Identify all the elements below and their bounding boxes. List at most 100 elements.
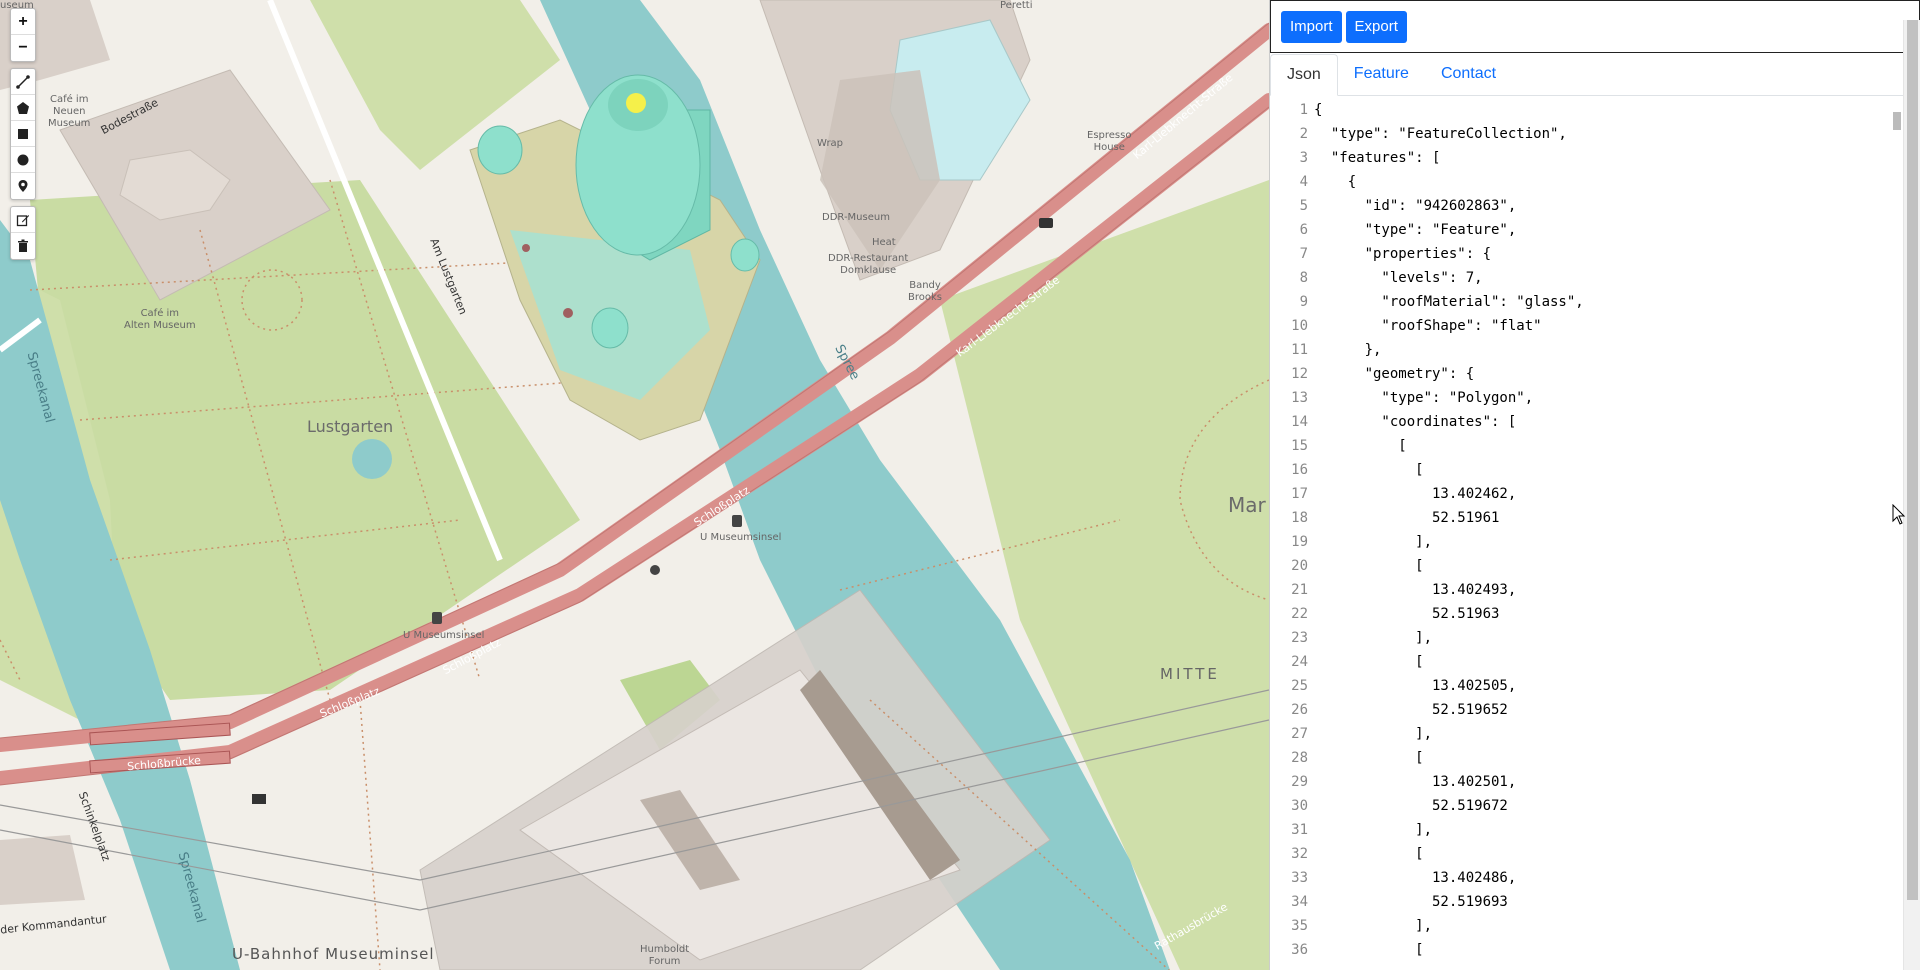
line-number: 21: [1291, 582, 1308, 598]
code-line: 19 ],: [1270, 530, 1894, 554]
import-button[interactable]: Import: [1281, 10, 1342, 43]
line-number: 30: [1291, 798, 1308, 814]
code-text: [: [1314, 654, 1424, 670]
map-toolbar: + −: [10, 8, 36, 266]
code-text: "type": "FeatureCollection",: [1314, 126, 1567, 142]
line-number: 24: [1291, 654, 1308, 670]
zoom-in-button[interactable]: +: [11, 9, 35, 35]
line-number: 12: [1291, 366, 1308, 382]
code-line: 36 [: [1270, 938, 1894, 962]
line-number: 18: [1291, 510, 1308, 526]
json-editor[interactable]: 1{2 "type": "FeatureCollection", 3 "featu…: [1270, 98, 1894, 970]
panel-scroll-thumb[interactable]: [1907, 20, 1918, 900]
line-number: 4: [1299, 174, 1308, 190]
code-text: 52.51961: [1314, 510, 1500, 526]
code-line: 5 "id": "942602863",: [1270, 194, 1894, 218]
delete-layers-icon[interactable]: [11, 233, 35, 259]
line-number: 1: [1299, 102, 1308, 118]
code-line: 18 52.51961: [1270, 506, 1894, 530]
code-text: "coordinates": [: [1314, 414, 1517, 430]
code-text: "geometry": {: [1314, 366, 1475, 382]
code-text: 13.402501,: [1314, 774, 1517, 790]
line-number: 16: [1291, 462, 1308, 478]
code-text: "roofShape": "flat": [1314, 318, 1542, 334]
draw-marker-icon[interactable]: [11, 173, 35, 199]
line-number: 11: [1291, 342, 1308, 358]
code-line: 6 "type": "Feature",: [1270, 218, 1894, 242]
edit-layers-icon[interactable]: [11, 207, 35, 233]
code-text: ],: [1314, 822, 1433, 838]
code-line: 4 {: [1270, 170, 1894, 194]
panel-scrollbar[interactable]: [1903, 20, 1920, 970]
line-number: 34: [1291, 894, 1308, 910]
line-number: 2: [1299, 126, 1308, 142]
code-line: 32 [: [1270, 842, 1894, 866]
code-text: 13.402462,: [1314, 486, 1517, 502]
code-text: "properties": {: [1314, 246, 1492, 262]
code-line: 24 [: [1270, 650, 1894, 674]
line-number: 27: [1291, 726, 1308, 742]
line-number: 29: [1291, 774, 1308, 790]
code-line: 1{: [1270, 98, 1894, 122]
line-number: 28: [1291, 750, 1308, 766]
map-view[interactable]: Lustgarten MITTE Mar Spreekanal Spreekan…: [0, 0, 1269, 970]
tab-feature[interactable]: Feature: [1338, 53, 1425, 95]
line-number: 22: [1291, 606, 1308, 622]
editor-scroll-thumb[interactable]: [1893, 112, 1901, 130]
code-text: 13.402505,: [1314, 678, 1517, 694]
code-line: 25 13.402505,: [1270, 674, 1894, 698]
line-number: 19: [1291, 534, 1308, 550]
code-line: 21 13.402493,: [1270, 578, 1894, 602]
code-line: 15 [: [1270, 434, 1894, 458]
zoom-out-button[interactable]: −: [11, 35, 35, 61]
line-number: 7: [1299, 246, 1308, 262]
zoom-controls: + −: [10, 8, 36, 62]
code-text: {: [1314, 102, 1323, 118]
code-line: 23 ],: [1270, 626, 1894, 650]
top-action-bar: Import Export: [1270, 0, 1920, 53]
line-number: 36: [1291, 942, 1308, 958]
line-number: 8: [1299, 270, 1308, 286]
line-number: 9: [1299, 294, 1308, 310]
code-text: [: [1314, 750, 1424, 766]
draw-line-icon[interactable]: [11, 69, 35, 95]
code-text: },: [1314, 342, 1382, 358]
code-text: ],: [1314, 534, 1433, 550]
code-line: 7 "properties": {: [1270, 242, 1894, 266]
tab-contact[interactable]: Contact: [1425, 53, 1512, 95]
editor-scrollbar[interactable]: [1890, 98, 1902, 970]
code-line: 29 13.402501,: [1270, 770, 1894, 794]
line-number: 26: [1291, 702, 1308, 718]
code-line: 26 52.519652: [1270, 698, 1894, 722]
code-line: 8 "levels": 7,: [1270, 266, 1894, 290]
code-text: "features": [: [1314, 150, 1441, 166]
code-text: "levels": 7,: [1314, 270, 1483, 286]
code-line: 2 "type": "FeatureCollection",: [1270, 122, 1894, 146]
tab-bar: Json Feature Contact: [1270, 54, 1920, 96]
code-text: [: [1314, 438, 1407, 454]
code-line: 11 },: [1270, 338, 1894, 362]
side-panel: Import Export Json Feature Contact 1{2 "…: [1269, 0, 1920, 970]
code-line: 13 "type": "Polygon",: [1270, 386, 1894, 410]
code-line: 28 [: [1270, 746, 1894, 770]
map-base-layer: [0, 0, 1269, 970]
code-text: [: [1314, 462, 1424, 478]
code-line: 22 52.51963: [1270, 602, 1894, 626]
code-line: 17 13.402462,: [1270, 482, 1894, 506]
code-text: [: [1314, 846, 1424, 862]
draw-rectangle-icon[interactable]: [11, 121, 35, 147]
code-text: ],: [1314, 918, 1433, 934]
code-text: "type": "Feature",: [1314, 222, 1517, 238]
code-line: 27 ],: [1270, 722, 1894, 746]
line-number: 32: [1291, 846, 1308, 862]
draw-polygon-icon[interactable]: [11, 95, 35, 121]
line-number: 14: [1291, 414, 1308, 430]
line-number: 20: [1291, 558, 1308, 574]
draw-circle-icon[interactable]: [11, 147, 35, 173]
line-number: 25: [1291, 678, 1308, 694]
line-number: 15: [1291, 438, 1308, 454]
tab-json[interactable]: Json: [1270, 54, 1338, 96]
code-line: 16 [: [1270, 458, 1894, 482]
code-line: 31 ],: [1270, 818, 1894, 842]
export-button[interactable]: Export: [1345, 10, 1407, 43]
